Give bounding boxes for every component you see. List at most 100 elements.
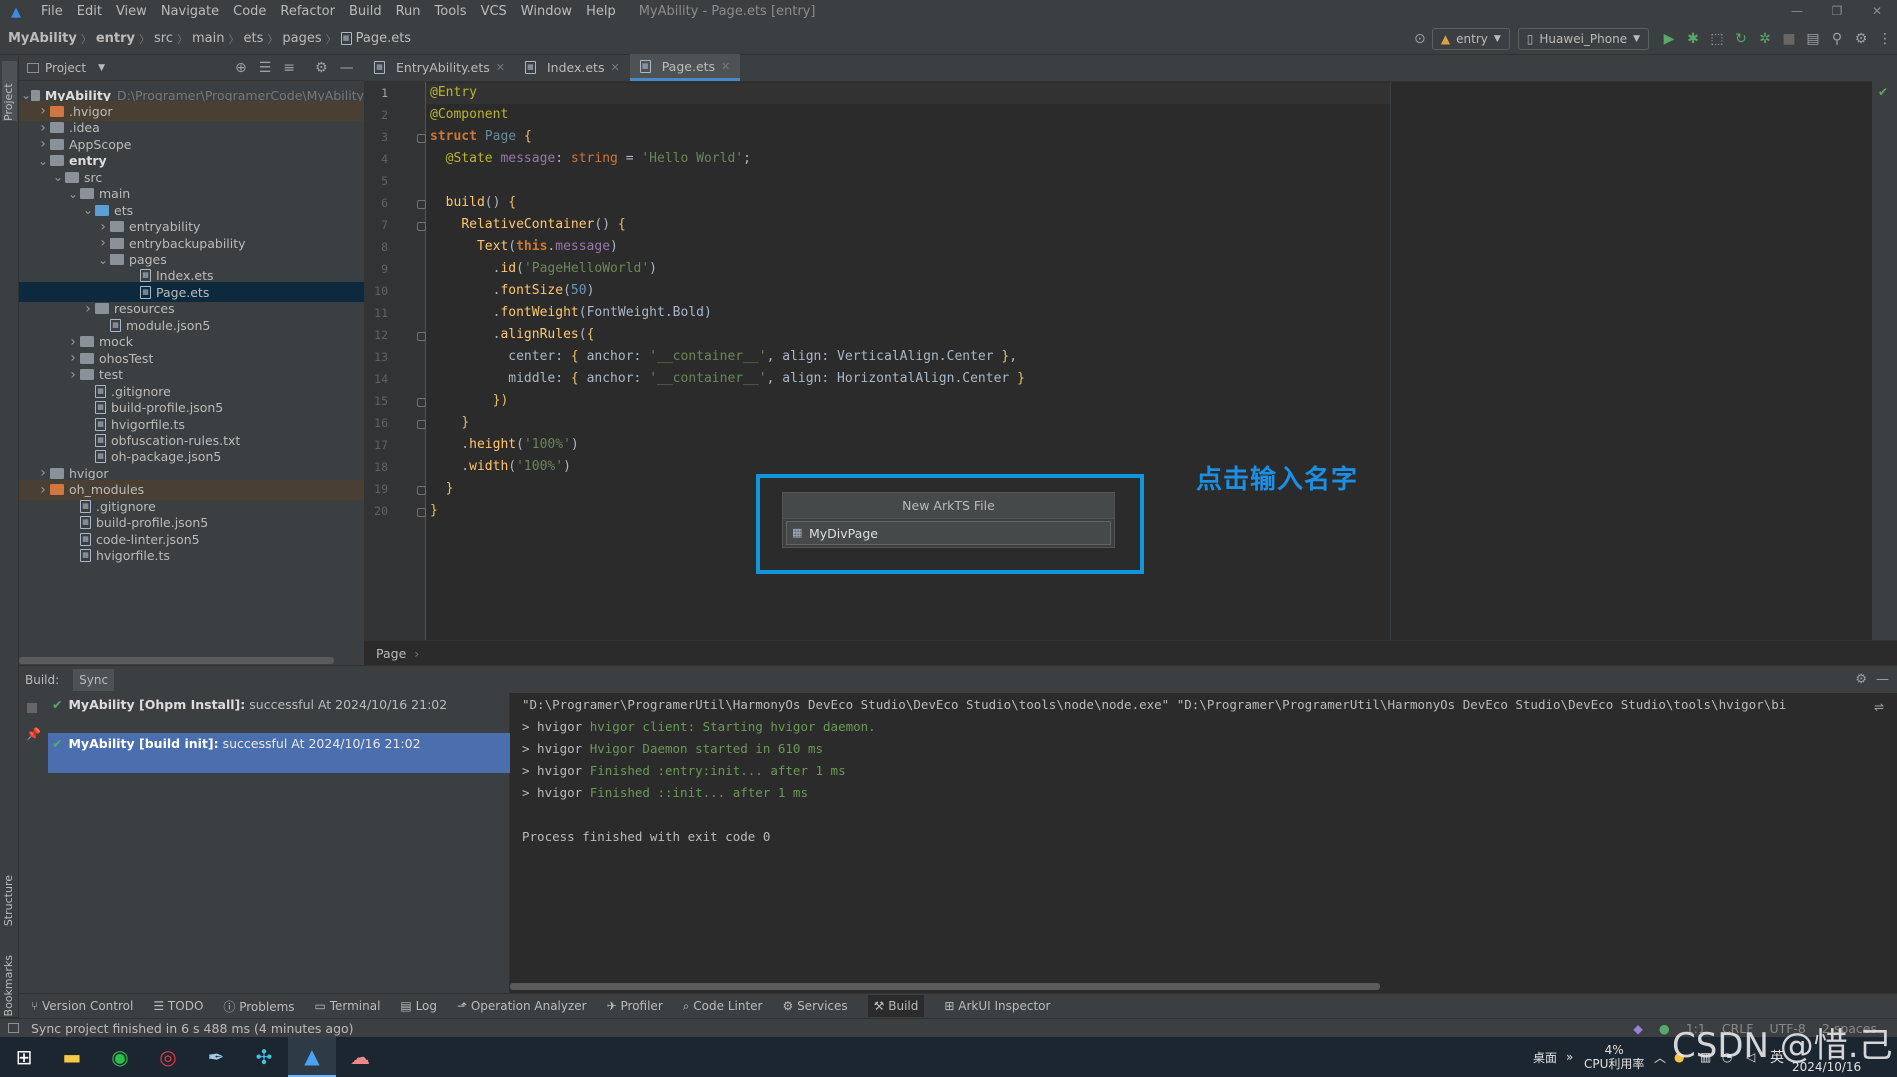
soft-wrap-icon[interactable]: ⇌ <box>1874 700 1884 714</box>
fold-marker-icon[interactable] <box>417 222 426 231</box>
breadcrumb-item[interactable]: src <box>154 31 173 46</box>
tool-window-version-control[interactable]: ⑂ Version Control <box>31 999 133 1013</box>
tool-window-problems[interactable]: ⓘ Problems <box>223 998 294 1015</box>
tool-window-services[interactable]: ⚙ Services <box>782 999 847 1013</box>
tool-window-profiler[interactable]: ✈ Profiler <box>607 999 663 1013</box>
breadcrumb-item[interactable]: MyAbility <box>8 31 77 46</box>
panel-settings-icon[interactable]: ⚙ <box>1855 672 1867 687</box>
close-tab-icon[interactable]: ✕ <box>610 61 619 74</box>
feather-app-icon[interactable]: ✒ <box>192 1037 240 1077</box>
tool-window-todo[interactable]: ☰ TODO <box>153 999 203 1013</box>
menu-help[interactable]: Help <box>579 0 623 23</box>
breadcrumb-item[interactable]: main <box>192 31 224 46</box>
build-entry-init[interactable]: ✔ MyAbility [build init]: successful At … <box>48 733 510 773</box>
attach-debugger-icon[interactable]: ⬚ <box>1705 31 1729 47</box>
target-icon[interactable]: ⊙ <box>1408 31 1432 47</box>
breadcrumb-item[interactable]: ets <box>243 31 263 46</box>
editor-tab[interactable]: ▦ Index.ets ✕ <box>515 54 630 81</box>
restore-icon[interactable]: ❐ <box>1817 0 1857 23</box>
panel-settings-icon[interactable]: ⚙ <box>315 60 328 76</box>
deveco-studio-taskbar-icon[interactable]: ▲ <box>288 1037 336 1077</box>
apply-changes-icon[interactable]: ↻ <box>1729 31 1753 47</box>
windows-start-icon[interactable]: ⊞ <box>0 1037 48 1077</box>
tool-window-arkui-inspector[interactable]: ⊞ ArkUI Inspector <box>944 999 1050 1013</box>
chevron-down-icon[interactable]: ⌄ <box>21 88 31 102</box>
tool-window-operation-analyzer[interactable]: ⬏ Operation Analyzer <box>457 999 587 1013</box>
tool-window-code-linter[interactable]: ⌕ Code Linter <box>683 999 763 1014</box>
device-selector[interactable]: ▯ Huawei_Phone ▼ <box>1517 28 1649 50</box>
console-scrollbar[interactable] <box>510 983 1380 990</box>
chevron-down-icon[interactable]: ⌄ <box>96 253 110 267</box>
pin-icon[interactable]: 📌 <box>26 727 41 741</box>
module-selector[interactable]: ▲ entry ▼ <box>1431 28 1510 50</box>
stop-icon[interactable]: ■ <box>1777 31 1801 47</box>
tool-window-log[interactable]: ▤ Log <box>400 999 437 1013</box>
close-tab-icon[interactable]: ✕ <box>721 60 730 73</box>
arkts-status-icon[interactable]: ◆ <box>1633 1021 1643 1036</box>
tree-scrollbar[interactable] <box>19 657 334 664</box>
project-panel-title[interactable]: Project <box>45 61 86 75</box>
fold-marker-icon[interactable] <box>417 508 426 517</box>
menu-run[interactable]: Run <box>389 0 428 23</box>
stop-build-icon[interactable] <box>27 703 37 713</box>
tray-expand-icon[interactable]: » <box>1566 1037 1573 1077</box>
bluetooth-tool-icon[interactable]: ✣ <box>240 1037 288 1077</box>
menu-tools[interactable]: Tools <box>428 0 474 23</box>
menu-window[interactable]: Window <box>514 0 579 23</box>
fold-marker-icon[interactable] <box>417 134 426 143</box>
tab-sync[interactable]: Sync <box>73 668 115 691</box>
build-console[interactable]: "D:\Programer\ProgramerUtil\HarmonyOs De… <box>510 693 1872 993</box>
more-vertical-icon[interactable]: ⋮ <box>1873 31 1897 47</box>
fold-marker-icon[interactable] <box>417 398 426 407</box>
hide-panel-icon[interactable]: — <box>1876 672 1889 687</box>
desktop-label[interactable]: 桌面 <box>1533 1037 1557 1077</box>
menu-build[interactable]: Build <box>342 0 389 23</box>
tool-window-terminal[interactable]: ▭ Terminal <box>315 999 381 1013</box>
project-tool-button[interactable]: Project <box>2 61 17 121</box>
editor-breadcrumb-item[interactable]: Page <box>376 646 406 661</box>
breadcrumb-item[interactable]: entry <box>96 31 135 46</box>
hide-panel-icon[interactable]: — <box>340 60 354 76</box>
menu-edit[interactable]: Edit <box>70 0 109 23</box>
fold-marker-icon[interactable] <box>417 200 426 209</box>
chevron-down-icon[interactable]: ⌄ <box>66 187 80 201</box>
bookmarks-tool-button[interactable]: Bookmarks <box>2 955 15 1016</box>
fold-marker-icon[interactable] <box>417 420 426 429</box>
cloud-app-icon[interactable]: ☁ <box>336 1037 384 1077</box>
settings-gear-icon[interactable]: ⚙ <box>1849 31 1873 47</box>
status-panel-icon[interactable] <box>8 1023 19 1033</box>
minimize-icon[interactable]: — <box>1777 0 1817 23</box>
chevron-down-icon[interactable]: ⌄ <box>36 154 50 168</box>
tray-chevron-icon[interactable]: ︿ <box>1654 1037 1666 1077</box>
editor-tab[interactable]: ▦ EntryAbility.ets ✕ <box>364 54 515 81</box>
build-entry-ohpm[interactable]: ✔ MyAbility [Ohpm Install]: successful A… <box>48 693 510 715</box>
chevron-down-icon[interactable]: ⌄ <box>51 170 65 184</box>
close-tab-icon[interactable]: ✕ <box>496 61 505 74</box>
debug-icon[interactable]: ✱ <box>1681 31 1705 47</box>
menu-navigate[interactable]: Navigate <box>154 0 226 23</box>
locate-file-icon[interactable]: ⊕ <box>235 60 247 76</box>
netease-music-icon[interactable]: ◎ <box>144 1037 192 1077</box>
fold-marker-icon[interactable] <box>417 486 426 495</box>
structure-tool-button[interactable]: Structure <box>2 875 15 926</box>
breadcrumb-item[interactable]: Page.ets <box>356 31 411 46</box>
file-explorer-icon[interactable]: ▬ <box>48 1037 96 1077</box>
browser-icon[interactable]: ◉ <box>96 1037 144 1077</box>
device-manager-icon[interactable]: ▤ <box>1801 31 1825 47</box>
chevron-down-icon[interactable]: ▼ <box>98 63 105 73</box>
expand-all-icon[interactable]: ☰ <box>259 60 272 76</box>
menu-file[interactable]: File <box>34 0 70 23</box>
inspection-ok-icon[interactable]: ✔ <box>1878 85 1888 99</box>
editor-tab[interactable]: ▦ Page.ets ✕ <box>629 54 741 81</box>
menu-code[interactable]: Code <box>226 0 273 23</box>
search-icon[interactable]: ⚲ <box>1825 31 1849 47</box>
close-window-icon[interactable]: ✕ <box>1857 0 1897 23</box>
fold-marker-icon[interactable] <box>417 332 426 341</box>
chevron-down-icon[interactable]: ⌄ <box>81 203 95 217</box>
menu-vcs[interactable]: VCS <box>474 0 514 23</box>
menu-view[interactable]: View <box>109 0 154 23</box>
menu-refactor[interactable]: Refactor <box>273 0 342 23</box>
tool-window-build[interactable]: ⚒ Build <box>867 995 925 1017</box>
run-icon[interactable]: ▶ <box>1657 31 1681 47</box>
breadcrumb-item[interactable]: pages <box>282 31 321 46</box>
